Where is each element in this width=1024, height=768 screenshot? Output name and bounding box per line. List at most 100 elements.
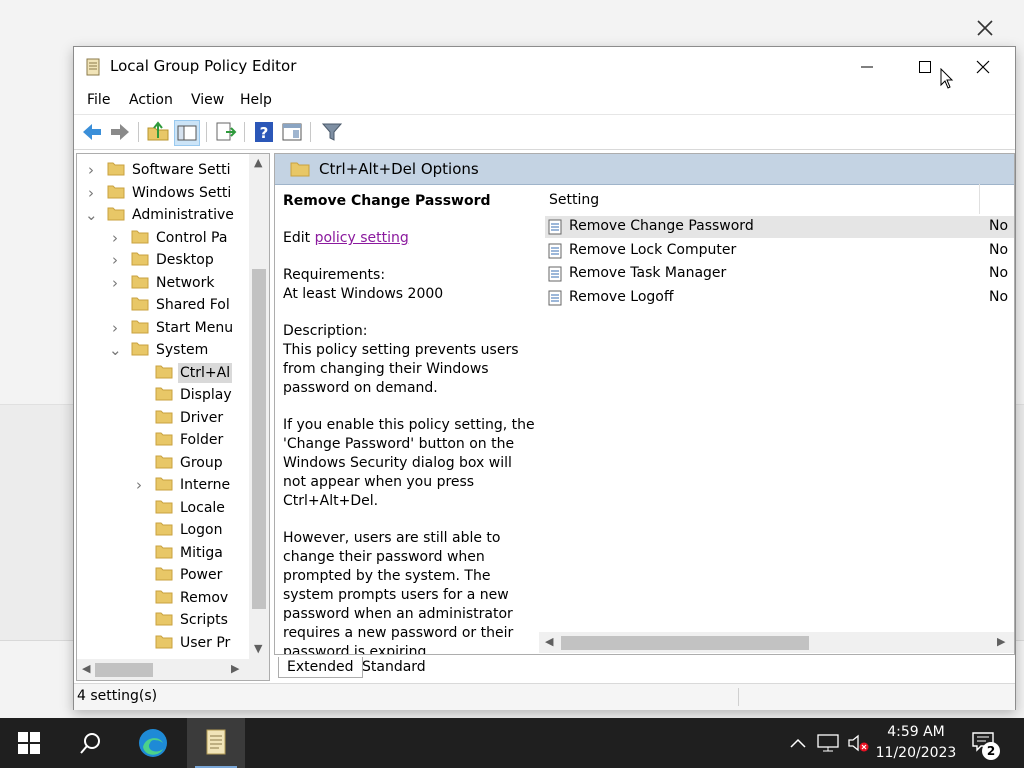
tree-node[interactable]: User Pr [77, 633, 247, 653]
tree-node-label: Power [180, 567, 223, 583]
chevron-up-icon[interactable]: ▲ [254, 156, 262, 169]
chevron-right-icon[interactable]: › [109, 273, 121, 293]
list-item[interactable]: Remove Logoff No [545, 287, 1014, 309]
taskbar-clock[interactable]: 4:59 AM 11/20/2023 [872, 722, 960, 764]
search-button[interactable] [62, 718, 120, 768]
tree-node-label: Control Pa [156, 229, 228, 246]
list-item[interactable]: Remove Task Manager No [545, 263, 1014, 285]
details-pane: Ctrl+Alt+Del Options Remove Change Passw… [274, 153, 1015, 655]
setting-name: Remove Lock Computer [569, 241, 737, 258]
taskbar: 4:59 AM 11/20/2023 2 [0, 718, 1024, 768]
console-tree: › Software Setti › Windows Setti ⌄ Administra… [76, 153, 270, 681]
folder-icon [155, 431, 173, 446]
chevron-right-icon[interactable]: › [85, 183, 97, 203]
close-icon[interactable] [974, 17, 996, 39]
tree-node-label: Network [156, 274, 215, 291]
tree-node[interactable]: › Interne [77, 475, 247, 495]
console-tree-icon [177, 125, 197, 141]
scrollbar-thumb[interactable] [252, 269, 266, 609]
tree-horizontal-scrollbar[interactable]: ◀ ▶ [77, 659, 269, 680]
chevron-right-icon[interactable]: › [109, 250, 121, 270]
status-bar: 4 setting(s) [74, 683, 1015, 710]
search-icon [80, 733, 100, 754]
scrollbar-thumb[interactable] [95, 663, 153, 677]
close-button[interactable] [954, 47, 1012, 87]
tree-node[interactable]: Remov [77, 588, 247, 608]
tree-node[interactable]: › Desktop [77, 250, 247, 270]
chevron-right-icon[interactable]: › [133, 475, 145, 495]
tab-extended[interactable]: Extended [278, 657, 363, 678]
show-hide-tree-button[interactable] [174, 120, 200, 146]
tree-node[interactable]: Shared Fol [77, 295, 247, 315]
setting-state: No [989, 265, 1009, 281]
tree-node[interactable]: Logon [77, 520, 247, 540]
network-icon [817, 734, 839, 752]
notification-center-button[interactable]: 2 [968, 718, 1008, 768]
settings-list: Setting Remove Change Password No Remove L… [539, 184, 1014, 654]
chevron-down-icon[interactable]: ⌄ [109, 340, 122, 360]
forward-arrow-icon[interactable] [108, 120, 132, 144]
back-arrow-icon[interactable] [80, 120, 104, 144]
chevron-left-icon[interactable]: ◀ [545, 635, 553, 648]
chevron-right-icon[interactable]: › [85, 160, 97, 180]
tab-standard[interactable]: Standard [354, 657, 434, 677]
gpedit-taskbar-button[interactable] [187, 718, 245, 768]
list-item[interactable]: Remove Lock Computer No [545, 240, 1014, 262]
list-horizontal-scrollbar[interactable]: ◀ ▶ [539, 632, 1014, 653]
tree-node[interactable]: › Start Menu [77, 318, 247, 338]
folder-icon [131, 319, 149, 334]
tree-node[interactable]: Power [77, 565, 247, 585]
tree-node[interactable]: › Control Pa [77, 228, 247, 248]
tree-node[interactable]: Driver [77, 408, 247, 428]
scroll-app-icon [206, 729, 226, 755]
show-hidden-icons-button[interactable] [786, 718, 810, 768]
minimize-button[interactable] [838, 47, 896, 87]
tree-node[interactable]: Scripts [77, 610, 247, 630]
chevron-down-icon[interactable]: ▼ [254, 642, 262, 655]
edge-taskbar-button[interactable] [124, 718, 182, 768]
properties-view-icon[interactable] [280, 120, 304, 144]
chevron-right-icon[interactable]: › [109, 318, 121, 338]
tree-node[interactable]: Ctrl+Al [77, 362, 247, 383]
list-item[interactable]: Remove Change Password No [545, 216, 1014, 238]
tree-node[interactable]: › Network [77, 273, 247, 293]
network-tray-button[interactable] [814, 718, 842, 768]
tree-node-label: Driver [180, 409, 224, 426]
tree-node[interactable]: Folder [77, 430, 247, 450]
menu-view[interactable]: View [191, 92, 224, 108]
description-heading: Remove Change Password [283, 193, 491, 209]
up-folder-icon[interactable] [146, 120, 170, 144]
scrollbar-thumb[interactable] [561, 636, 809, 650]
tree-node[interactable]: ⌄ Administrative [77, 205, 247, 225]
menu-file[interactable]: File [87, 92, 110, 108]
chevron-right-icon[interactable]: ▶ [997, 635, 1005, 648]
tree-node[interactable]: › Windows Setti [77, 183, 247, 203]
folder-icon [107, 206, 125, 221]
menu-help[interactable]: Help [240, 92, 272, 108]
setting-state: No [989, 218, 1009, 234]
policy-setting-link[interactable]: policy setting [315, 230, 409, 246]
chevron-right-icon[interactable]: ▶ [231, 662, 239, 675]
tree-vertical-scrollbar[interactable]: ▲ ▼ [249, 154, 269, 659]
tree-node[interactable]: Mitiga [77, 543, 247, 563]
chevron-down-icon[interactable]: ⌄ [85, 205, 98, 225]
tree-node-label: Shared Fol [156, 297, 230, 313]
volume-tray-button[interactable] [846, 718, 870, 768]
column-header-setting[interactable]: Setting [549, 192, 599, 208]
chevron-right-icon[interactable]: › [109, 228, 121, 248]
column-divider[interactable] [979, 184, 980, 214]
tree-node[interactable]: ⌄ System [77, 340, 247, 360]
help-icon[interactable]: ? [252, 120, 276, 144]
tree-node[interactable]: Locale [77, 498, 247, 518]
description-text: However, users are still able to change … [283, 530, 514, 655]
tree-node[interactable]: Group [77, 453, 247, 473]
minimize-icon [861, 66, 873, 68]
folder-icon [131, 341, 149, 356]
start-button[interactable] [0, 718, 58, 768]
chevron-left-icon[interactable]: ◀ [82, 662, 90, 675]
export-list-icon[interactable] [214, 120, 238, 144]
menu-action[interactable]: Action [129, 92, 173, 108]
tree-node[interactable]: › Software Setti [77, 160, 247, 180]
filter-icon[interactable] [320, 120, 344, 144]
tree-node[interactable]: Display [77, 385, 247, 405]
